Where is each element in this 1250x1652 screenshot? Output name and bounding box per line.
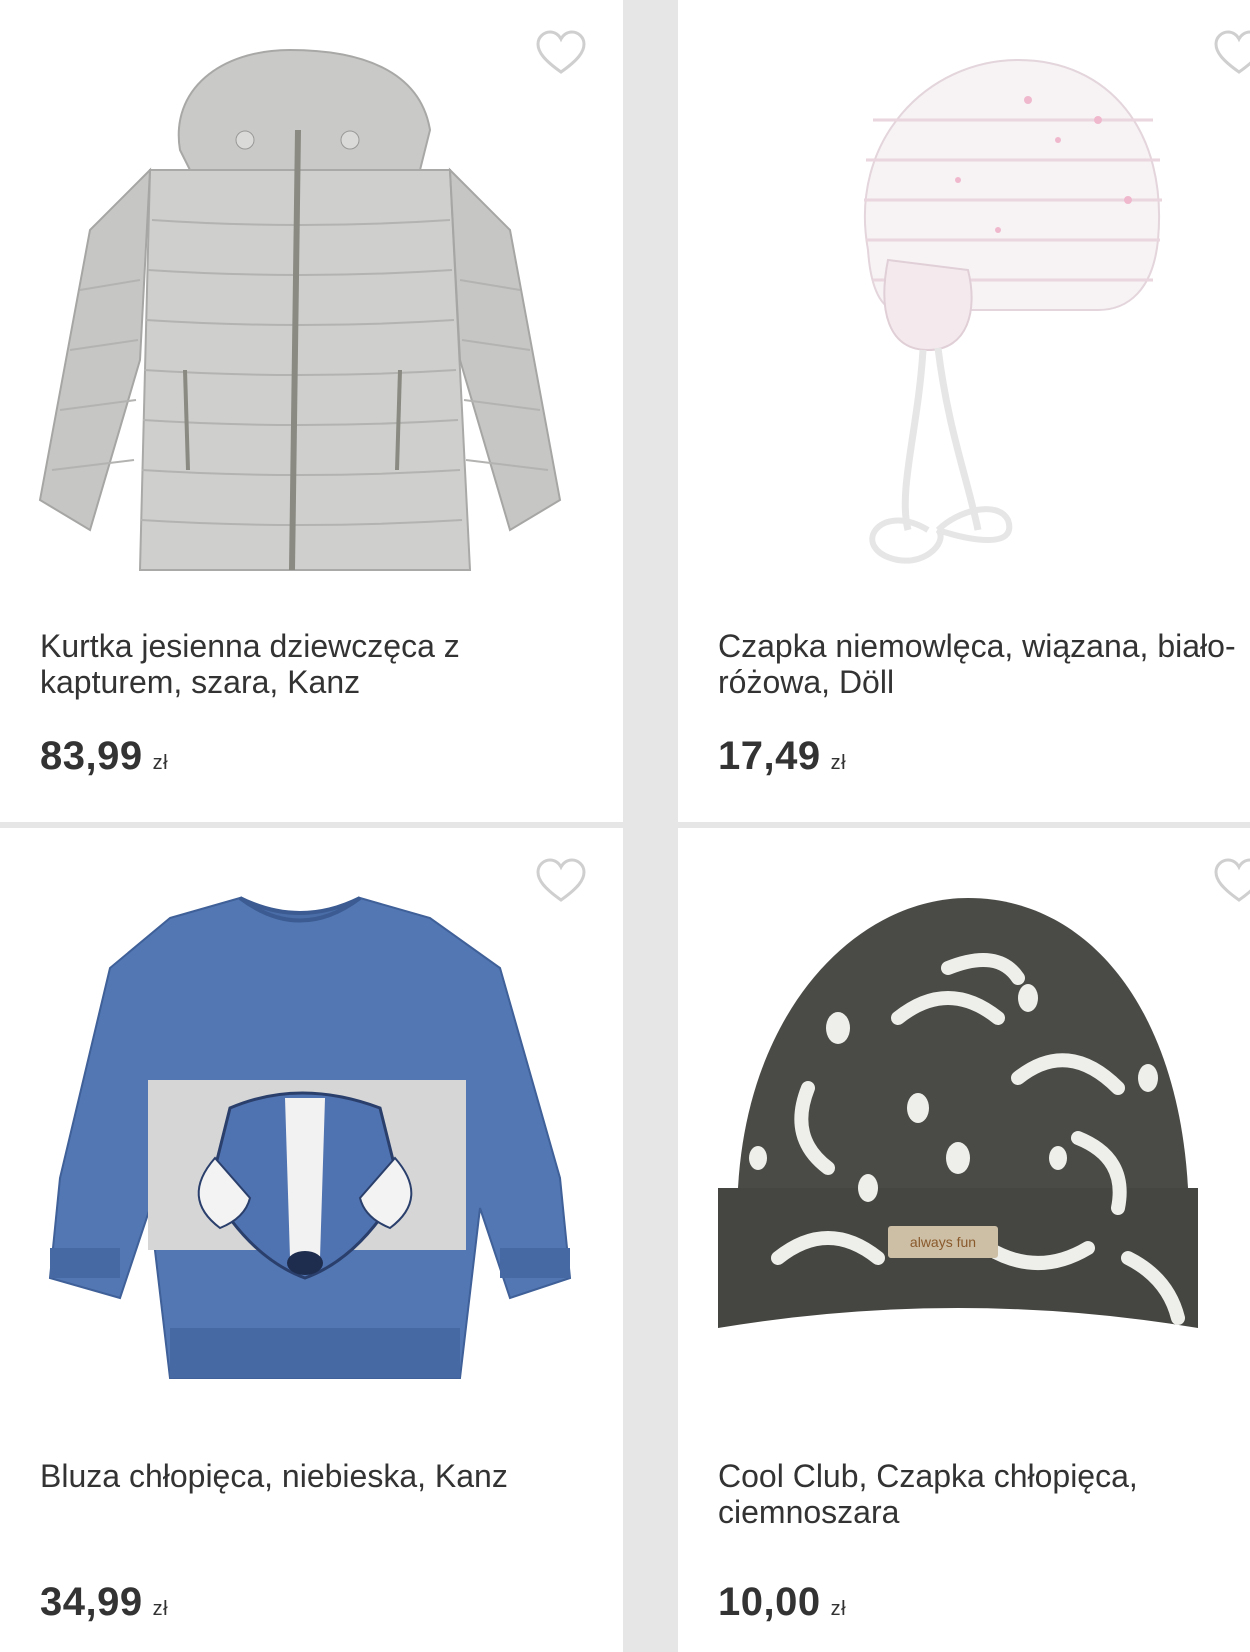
product-image[interactable]: always fun <box>698 858 1218 1438</box>
price-value: 83,99 <box>40 734 143 778</box>
product-price: 17,49 zł <box>718 734 846 779</box>
product-card[interactable]: always fun Cool Club, Czapka chłopięca, … <box>678 828 1250 1652</box>
product-image[interactable] <box>30 858 590 1438</box>
price-currency: zł <box>152 1598 169 1620</box>
heart-outline-icon[interactable] <box>1214 30 1250 76</box>
price-value: 10,00 <box>718 1580 821 1624</box>
product-price: 34,99 zł <box>40 1580 168 1625</box>
product-image[interactable] <box>30 30 590 610</box>
product-image[interactable] <box>698 30 1218 610</box>
product-title[interactable]: Bluza chłopięca, niebieska, Kanz <box>40 1458 580 1494</box>
product-card[interactable]: Czapka niemowlęca, wiązana, biało-różowa… <box>678 0 1250 822</box>
product-title[interactable]: Czapka niemowlęca, wiązana, biało-różowa… <box>718 628 1250 700</box>
product-title[interactable]: Kurtka jesienna dziewczęca z kapturem, s… <box>40 628 580 700</box>
product-price: 10,00 zł <box>718 1580 846 1625</box>
price-value: 34,99 <box>40 1580 143 1624</box>
price-value: 17,49 <box>718 734 821 778</box>
price-currency: zł <box>830 1598 847 1620</box>
hat-label-text: always fun <box>910 1234 976 1250</box>
price-currency: zł <box>830 752 847 774</box>
product-grid: Kurtka jesienna dziewczęca z kapturem, s… <box>0 0 1250 1652</box>
heart-outline-icon[interactable] <box>1214 858 1250 904</box>
product-card[interactable]: Kurtka jesienna dziewczęca z kapturem, s… <box>0 0 623 822</box>
product-title[interactable]: Cool Club, Czapka chłopięca, ciemnoszara <box>718 1458 1250 1530</box>
product-price: 83,99 zł <box>40 734 168 779</box>
product-card[interactable]: Bluza chłopięca, niebieska, Kanz 34,99 zł <box>0 828 623 1652</box>
price-currency: zł <box>152 752 169 774</box>
